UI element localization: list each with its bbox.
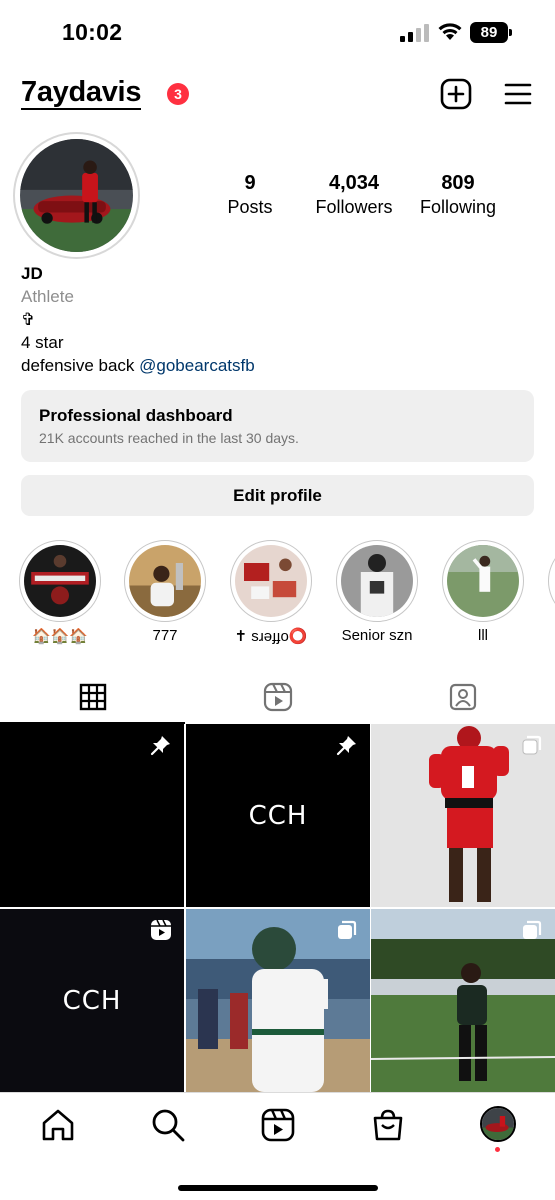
post-thumbnail[interactable]: CCH xyxy=(186,724,370,907)
professional-dashboard[interactable]: Professional dashboard 21K accounts reac… xyxy=(21,390,534,462)
hamburger-menu-icon[interactable] xyxy=(504,80,532,108)
cellular-signal-icon xyxy=(400,24,429,42)
tagged-icon xyxy=(449,683,476,711)
wifi-icon xyxy=(438,23,462,40)
highlight-item[interactable]: Senior szn xyxy=(332,540,422,644)
following-label: Following xyxy=(419,197,497,217)
carousel-icon xyxy=(523,920,542,939)
notification-badge[interactable]: 3 xyxy=(167,83,189,105)
bio-name: JD xyxy=(21,264,43,283)
bio-line-cross: ✞ xyxy=(21,310,36,329)
highlight-item[interactable]: 🏠🏠🏠 xyxy=(15,540,105,645)
tab-posts-grid[interactable] xyxy=(0,670,185,724)
followers-count[interactable]: 4,034 Followers xyxy=(302,172,406,218)
highlight-label: 777 xyxy=(152,627,178,644)
post-thumbnail[interactable] xyxy=(371,909,555,1092)
dashboard-subtitle: 21K accounts reached in the last 30 days… xyxy=(39,430,299,446)
profile-header: 7aydavis 3 xyxy=(0,72,555,120)
grid-icon xyxy=(79,683,106,711)
reels-icon xyxy=(151,919,171,940)
pin-icon xyxy=(336,736,356,756)
battery-level: 89 xyxy=(470,22,508,43)
carousel-icon xyxy=(522,735,542,755)
status-time: 10:02 xyxy=(62,19,123,45)
highlight-cover xyxy=(24,545,96,617)
highlight-item[interactable]: ✝ sɹǝɟɟo⭕ xyxy=(226,540,316,645)
tab-reels[interactable] xyxy=(185,670,370,724)
post-thumbnail[interactable] xyxy=(371,724,555,907)
profile-avatar-nav[interactable] xyxy=(480,1106,516,1142)
profile-avatar[interactable] xyxy=(13,132,140,259)
profile-photo xyxy=(20,139,133,252)
status-bar: 10:02 89 xyxy=(0,0,555,66)
battery-indicator: 89 xyxy=(470,22,512,43)
shop-icon[interactable] xyxy=(370,1107,406,1143)
highlight-label: lll xyxy=(478,627,488,644)
followers-label: Followers xyxy=(315,197,393,217)
post-thumbnail[interactable] xyxy=(0,724,184,907)
profile-notification-dot xyxy=(495,1147,500,1152)
bio: JD Athlete ✞ 4 star defensive back @gobe… xyxy=(21,262,541,377)
tab-tagged[interactable] xyxy=(370,670,555,724)
highlight-item[interactable]: lll xyxy=(438,540,528,644)
post-thumbnail[interactable]: CCH xyxy=(0,909,184,1092)
plus-square-icon[interactable] xyxy=(440,78,472,110)
highlight-item-partial[interactable] xyxy=(544,540,555,622)
posts-value: 9 xyxy=(244,172,256,194)
edit-profile-button[interactable]: Edit profile xyxy=(21,475,534,516)
bio-position-text: defensive back xyxy=(21,356,140,375)
following-count[interactable]: 809 Following xyxy=(410,172,506,218)
post-thumbnail[interactable] xyxy=(186,909,370,1092)
following-value: 809 xyxy=(441,172,475,194)
reels-icon[interactable] xyxy=(260,1107,296,1143)
home-indicator xyxy=(178,1185,378,1191)
bottom-navigation xyxy=(0,1092,555,1200)
profile-tabs xyxy=(0,670,555,724)
highlight-label: 🏠🏠🏠 xyxy=(31,628,89,645)
dashboard-title: Professional dashboard xyxy=(39,406,233,425)
home-icon[interactable] xyxy=(40,1107,76,1143)
posts-grid: CCH CCH xyxy=(0,724,555,1092)
highlight-label: Senior szn xyxy=(341,627,413,644)
bio-category: Athlete xyxy=(21,287,74,306)
highlight-cover xyxy=(129,545,201,617)
posts-count[interactable]: 9 Posts xyxy=(210,172,290,218)
followers-value: 4,034 xyxy=(328,172,380,194)
search-icon[interactable] xyxy=(150,1107,186,1143)
highlight-cover xyxy=(447,545,519,617)
highlight-cover xyxy=(235,545,307,617)
highlight-cover xyxy=(341,545,413,617)
highlight-label: ✝ sɹǝɟɟo⭕ xyxy=(234,628,308,645)
highlight-item[interactable]: 777 xyxy=(120,540,210,644)
bio-line-position: defensive back @gobearcatsfb xyxy=(21,354,541,377)
posts-label: Posts xyxy=(227,197,273,217)
bio-line-rating: 4 star xyxy=(21,333,64,352)
username[interactable]: 7aydavis xyxy=(21,76,141,110)
carousel-icon xyxy=(338,920,357,939)
story-highlights: 🏠🏠🏠 777 ✝ sɹǝɟɟo⭕ Senior szn lll xyxy=(0,540,555,650)
pin-icon xyxy=(150,736,170,756)
reels-icon xyxy=(263,682,292,712)
bio-mention-link[interactable]: @gobearcatsfb xyxy=(139,356,255,375)
